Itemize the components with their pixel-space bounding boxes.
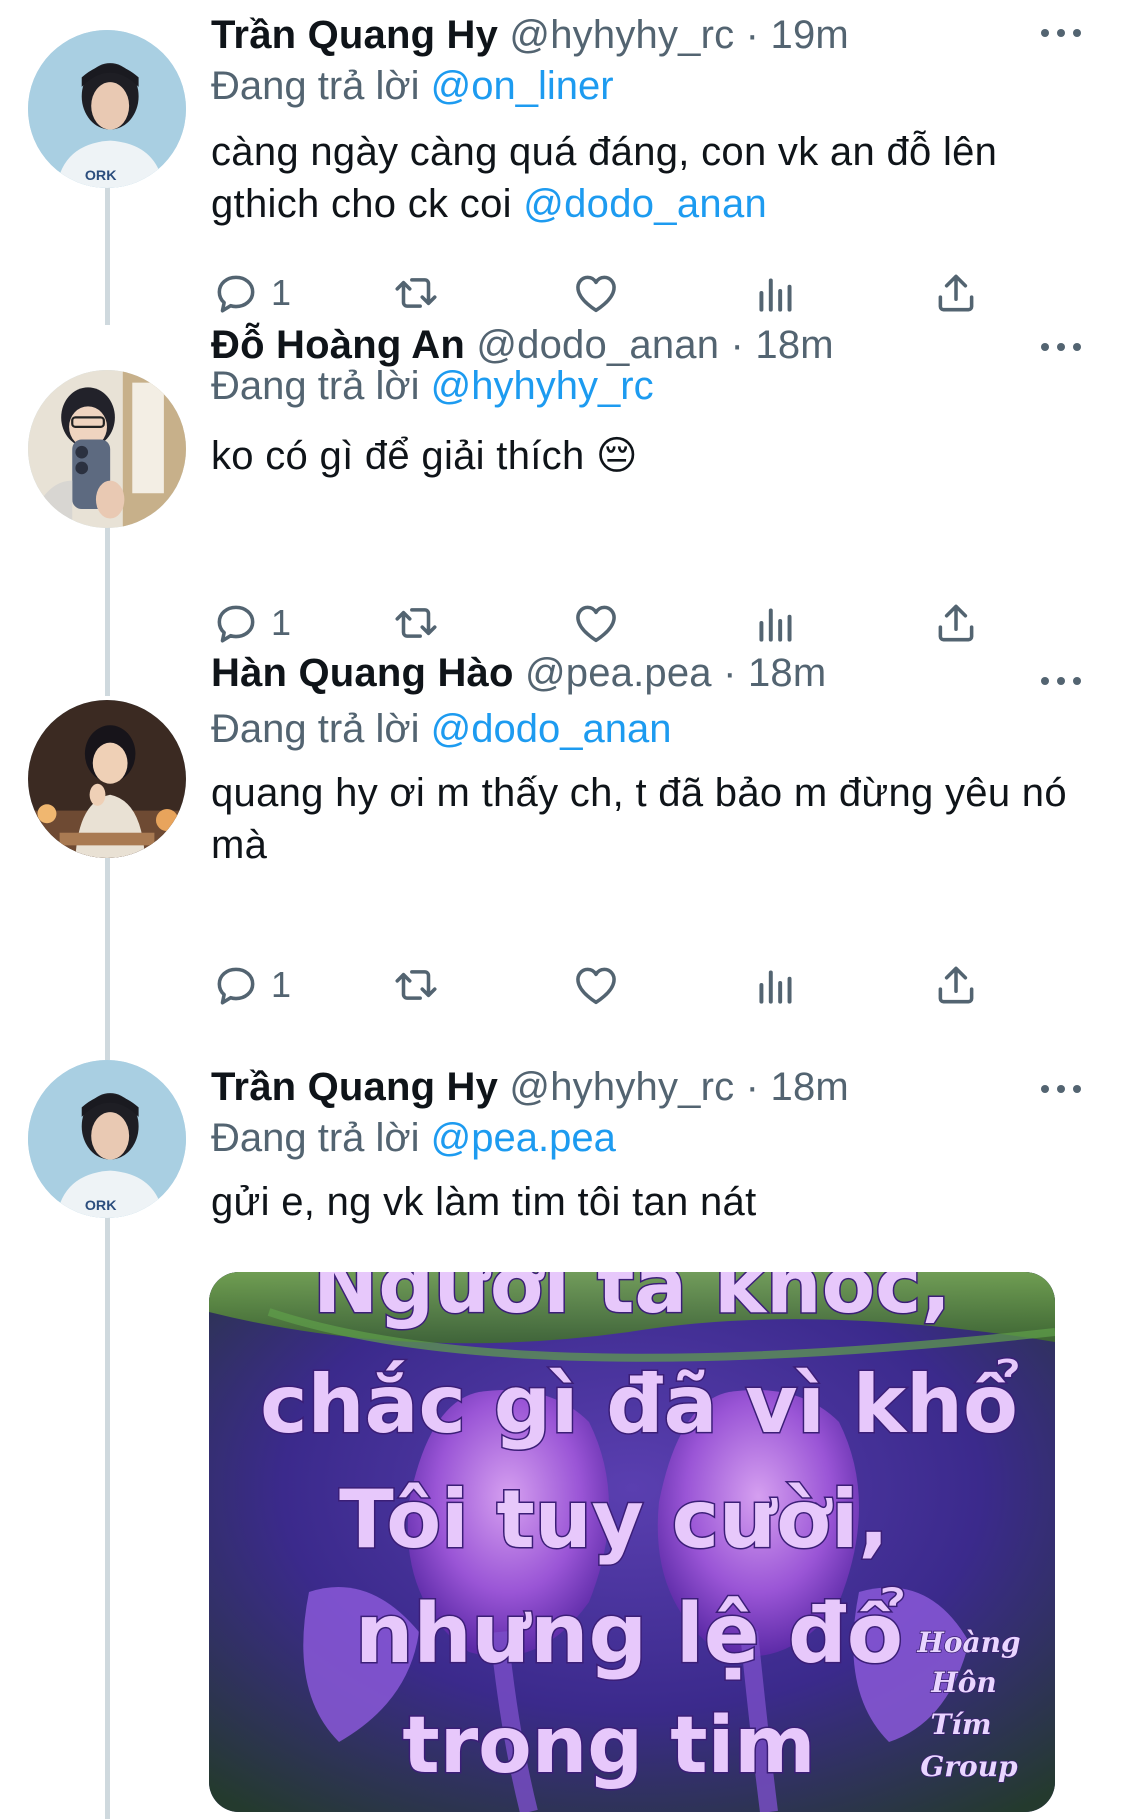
timestamp[interactable]: 18m: [771, 1065, 849, 1109]
tweet-header: Trần Quang Hy @hyhyhy_rc · 19m: [211, 10, 1085, 60]
display-name[interactable]: Trần Quang Hy: [211, 1065, 498, 1109]
user-handle[interactable]: @pea.pea: [525, 651, 712, 695]
avatar[interactable]: [28, 700, 186, 858]
tweet-actions: 1: [211, 957, 991, 1013]
tweet-text: càng ngày càng quá đáng, con vk an đỗ lê…: [211, 126, 1085, 230]
media-text-line: Người ta khóc,: [313, 1272, 951, 1331]
timestamp[interactable]: 19m: [771, 13, 849, 57]
reply-icon: [217, 967, 255, 1005]
separator: ·: [723, 651, 737, 695]
signature-text: Tím: [930, 1708, 991, 1741]
avatar[interactable]: [28, 370, 186, 528]
media-text-line: nhưng lệ đổ: [355, 1587, 904, 1682]
reply-button[interactable]: 1: [211, 265, 291, 321]
replying-to-label: Đang trả lời: [211, 707, 420, 751]
share-icon: [938, 604, 974, 642]
avatar-photo-icon: ORK: [28, 30, 186, 188]
views-button[interactable]: [751, 265, 801, 321]
more-icon[interactable]: [1041, 674, 1081, 688]
separator: ·: [745, 13, 760, 57]
avatar[interactable]: ORK: [28, 1060, 186, 1218]
display-name[interactable]: Hàn Quang Hào: [211, 651, 514, 695]
analytics-icon: [759, 970, 792, 1004]
reply-button[interactable]: 1: [211, 595, 291, 651]
retweet-button[interactable]: [391, 595, 441, 651]
like-button[interactable]: [571, 595, 621, 651]
retweet-button[interactable]: [391, 265, 441, 321]
retweet-icon: [395, 608, 437, 638]
reply-mention-link[interactable]: @on_liner: [431, 64, 614, 108]
views-button[interactable]: [751, 957, 801, 1013]
replying-to: Đang trả lời @dodo_anan: [211, 703, 1085, 755]
media-text-line: Tôi tuy cười,: [339, 1473, 889, 1566]
reply-count: 1: [271, 602, 292, 643]
reply-mention-link[interactable]: @pea.pea: [431, 1116, 616, 1160]
replying-to-label: Đang trả lời: [211, 1116, 420, 1160]
separator: ·: [745, 1065, 760, 1109]
analytics-icon: [759, 278, 792, 312]
retweet-icon: [395, 278, 437, 308]
tweet-actions: 1: [211, 595, 991, 651]
retweet-icon: [395, 970, 437, 1000]
like-button[interactable]: [571, 265, 621, 321]
replying-to: Đang trả lời @on_liner: [211, 60, 1085, 112]
avatar-photo-icon: [28, 700, 186, 858]
media-text-line: trong tim: [402, 1701, 815, 1791]
reply-button[interactable]: 1: [211, 957, 291, 1013]
heart-icon: [576, 967, 616, 1005]
reply-mention-link[interactable]: @hyhyhy_rc: [431, 364, 654, 408]
reply-icon: [217, 275, 255, 313]
replying-to: Đang trả lời @pea.pea: [211, 1112, 1085, 1164]
svg-text:ORK: ORK: [85, 1198, 117, 1214]
share-button[interactable]: [931, 265, 981, 321]
signature-text: Group: [920, 1750, 1018, 1783]
share-icon: [938, 274, 974, 312]
tweet-header: Hàn Quang Hào @pea.pea · 18m: [211, 648, 1085, 698]
like-button[interactable]: [571, 957, 621, 1013]
svg-text:ORK: ORK: [85, 168, 117, 184]
tweet[interactable]: Đỗ Hoàng An @dodo_anan · 18m . Đang trả …: [0, 323, 1125, 670]
tweet-text: ko có gì để giải thích 😔: [211, 434, 638, 478]
replying-to-label: Đang trả lời: [211, 364, 420, 408]
media-text-line: chắc gì đã vì khổ: [260, 1358, 1018, 1451]
reply-mention-link[interactable]: @dodo_anan: [431, 707, 672, 751]
tweet-text: quang hy ơi m thấy ch, t đã bảo m đừng y…: [211, 771, 1067, 867]
replying-to-label: Đang trả lời: [211, 64, 420, 108]
replying-to: Đang trả lời @hyhyhy_rc: [211, 360, 1085, 412]
tweet[interactable]: Hàn Quang Hào @pea.pea · 18m Đang trả lờ…: [0, 651, 1125, 1030]
flower-image: Người ta khóc, chắc gì đã vì khổ Tôi tuy…: [209, 1272, 1055, 1812]
more-icon[interactable]: [1041, 340, 1081, 354]
tweet-text: gửi e, ng vk làm tim tôi tan nát: [211, 1180, 757, 1224]
user-handle[interactable]: @hyhyhy_rc: [509, 13, 734, 57]
tweet[interactable]: ORK Trần Quang Hy @hyhyhy_rc · 19m Đang …: [0, 0, 1125, 340]
signature-text: Hôn: [930, 1666, 997, 1699]
avatar-photo-icon: [28, 370, 186, 528]
display-name[interactable]: Trần Quang Hy: [211, 13, 498, 57]
reply-icon: [217, 605, 255, 643]
share-icon: [938, 966, 974, 1004]
avatar[interactable]: ORK: [28, 30, 186, 188]
share-button[interactable]: [931, 595, 981, 651]
heart-icon: [576, 275, 616, 313]
timestamp[interactable]: 18m: [748, 651, 826, 695]
retweet-button[interactable]: [391, 957, 441, 1013]
share-button[interactable]: [931, 957, 981, 1013]
tweet-actions: 1: [211, 265, 991, 321]
avatar-photo-icon: ORK: [28, 1060, 186, 1218]
tweet-media-image[interactable]: Người ta khóc, chắc gì đã vì khổ Tôi tuy…: [209, 1272, 1055, 1812]
analytics-icon: [759, 608, 792, 642]
tweet-header: Trần Quang Hy @hyhyhy_rc · 18m: [211, 1062, 1085, 1112]
more-icon[interactable]: [1041, 1082, 1081, 1096]
reply-count: 1: [271, 964, 292, 1005]
heart-icon: [576, 605, 616, 643]
inline-mention-link[interactable]: @dodo_anan: [523, 182, 767, 226]
signature-text: Hoàng: [916, 1626, 1020, 1659]
user-handle[interactable]: @hyhyhy_rc: [509, 1065, 734, 1109]
views-button[interactable]: [751, 595, 801, 651]
reply-count: 1: [271, 272, 292, 313]
more-icon[interactable]: [1041, 26, 1081, 40]
